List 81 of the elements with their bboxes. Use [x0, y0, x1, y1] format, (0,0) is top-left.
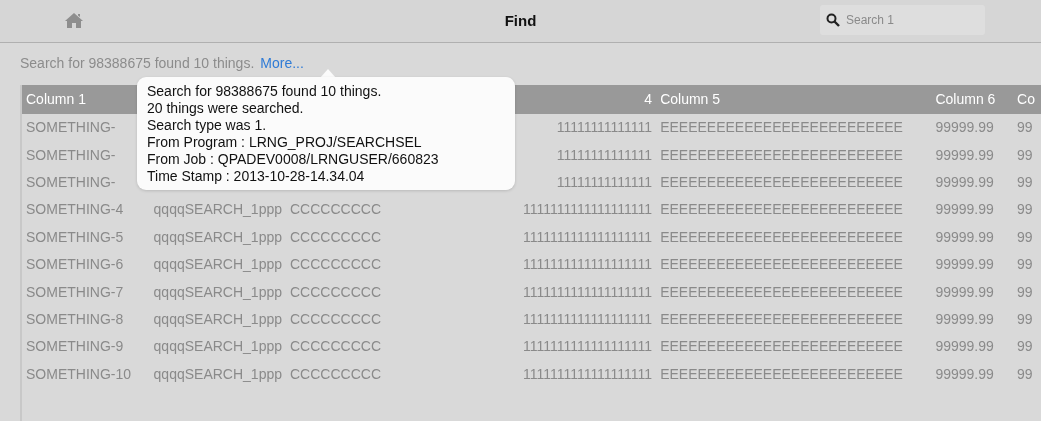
- table-cell: CCCCCCCCC: [290, 365, 381, 382]
- table-cell: EEEEEEEEEEEEEEEEEEEEEEEEEE: [660, 146, 903, 163]
- table-cell: SOMETHING-5: [26, 228, 124, 245]
- table-cell: SOMETHING-: [26, 119, 116, 136]
- table-cell: qqqqSEARCH_1ppp: [153, 228, 282, 245]
- table-cell: 99: [1017, 146, 1033, 163]
- table-cell: EEEEEEEEEEEEEEEEEEEEEEEEEE: [660, 201, 903, 218]
- table-cell: qqqqSEARCH_1ppp: [153, 310, 282, 327]
- table-cell: 99999.99: [935, 201, 994, 218]
- table-cell: 99: [1017, 201, 1033, 218]
- table-cell: SOMETHING-: [26, 146, 116, 163]
- table-cell: 11111111111111: [556, 119, 653, 136]
- table-cell: 99999.99: [935, 256, 994, 273]
- table-cell: EEEEEEEEEEEEEEEEEEEEEEEEEE: [660, 173, 903, 190]
- table-cell: 11111111111111: [556, 173, 653, 190]
- table-cell: 1111111111111111111: [522, 338, 653, 355]
- page-title: Find: [504, 10, 537, 31]
- table-cell: 99: [1017, 173, 1033, 190]
- table-cell: SOMETHING-: [26, 173, 116, 190]
- table-cell: 99999.99: [935, 310, 994, 327]
- table-cell: 99999.99: [935, 228, 994, 245]
- table-cell: 99: [1017, 310, 1033, 327]
- table-cell: 99999.99: [935, 338, 994, 355]
- table-cell: SOMETHING-6: [26, 256, 124, 273]
- column-header: 4: [644, 91, 653, 107]
- table-cell: EEEEEEEEEEEEEEEEEEEEEEEEEE: [660, 338, 903, 355]
- table-cell: 99: [1017, 256, 1033, 273]
- search-field[interactable]: Search 1: [820, 5, 985, 35]
- popover-line: Time Stamp : 2013-10-28-14.34.04: [147, 168, 366, 185]
- popover-line: Search for 98388675 found 10 things.: [147, 83, 383, 100]
- table-cell: CCCCCCCCC: [290, 256, 381, 273]
- table-cell: 99999.99: [935, 146, 994, 163]
- table-cell: 99: [1017, 338, 1033, 355]
- table-cell: 1111111111111111111: [522, 310, 653, 327]
- table-cell: EEEEEEEEEEEEEEEEEEEEEEEEEE: [660, 256, 903, 273]
- table-cell: SOMETHING-8: [26, 310, 124, 327]
- table-cell: 99999.99: [935, 283, 994, 300]
- table-cell: 1111111111111111111: [522, 256, 653, 273]
- table-cell: 99999.99: [935, 173, 994, 190]
- table-cell: 99: [1017, 283, 1033, 300]
- table-cell: SOMETHING-4: [26, 201, 124, 218]
- popover-line: 20 things were searched.: [147, 100, 305, 117]
- table-cell: SOMETHING-9: [26, 338, 124, 355]
- table-cell: 99999.99: [935, 119, 994, 136]
- table-cell: 1111111111111111111: [522, 228, 653, 245]
- table-cell: SOMETHING-10: [26, 365, 131, 382]
- column-header: Column 5: [660, 91, 721, 107]
- table-cell: 1111111111111111111: [522, 201, 653, 218]
- table-cell: EEEEEEEEEEEEEEEEEEEEEEEEEE: [660, 283, 903, 300]
- search-icon: [826, 13, 840, 27]
- table-cell: CCCCCCCCC: [290, 201, 381, 218]
- table-cell: CCCCCCCCC: [290, 338, 381, 355]
- table-cell: qqqqSEARCH_1ppp: [153, 365, 282, 382]
- table-cell: 99: [1017, 119, 1033, 136]
- column-header: Column 1: [26, 91, 86, 107]
- table-cell: EEEEEEEEEEEEEEEEEEEEEEEEEE: [660, 119, 903, 136]
- table-cell: qqqqSEARCH_1ppp: [153, 283, 282, 300]
- popover-line: Search type was 1.: [147, 117, 268, 134]
- table-cell: 99999.99: [935, 365, 994, 382]
- table-cell: CCCCCCCCC: [290, 283, 381, 300]
- table-cell: 99: [1017, 228, 1033, 245]
- column-header: Column 6: [935, 91, 996, 107]
- table-cell: 1111111111111111111: [522, 365, 653, 382]
- table-cell: EEEEEEEEEEEEEEEEEEEEEEEEEE: [660, 310, 903, 327]
- table-cell: qqqqSEARCH_1ppp: [153, 201, 282, 218]
- table-cell: 1111111111111111111: [522, 283, 653, 300]
- table-cell: qqqqSEARCH_1ppp: [153, 256, 282, 273]
- table-cell: CCCCCCCCC: [290, 310, 381, 327]
- table-cell: SOMETHING-7: [26, 283, 124, 300]
- table-cell: EEEEEEEEEEEEEEEEEEEEEEEEEE: [660, 365, 903, 382]
- search-summary: Search for 98388675 found 10 things.: [20, 55, 255, 71]
- home-icon[interactable]: [64, 12, 84, 29]
- popover-line: From Program : LRNG_PROJ/SEARCHSEL: [147, 134, 423, 151]
- column-header: Co: [1017, 91, 1035, 107]
- more-link[interactable]: More...: [260, 55, 304, 71]
- table-cell: CCCCCCCCC: [290, 228, 381, 245]
- table-cell: 11111111111111: [556, 146, 653, 163]
- table-cell: 99: [1017, 365, 1033, 382]
- table-cell: EEEEEEEEEEEEEEEEEEEEEEEEEE: [660, 228, 903, 245]
- popover-line: From Job : QPADEV0008/LRNGUSER/660823: [147, 151, 440, 168]
- table-cell: qqqqSEARCH_1ppp: [153, 338, 282, 355]
